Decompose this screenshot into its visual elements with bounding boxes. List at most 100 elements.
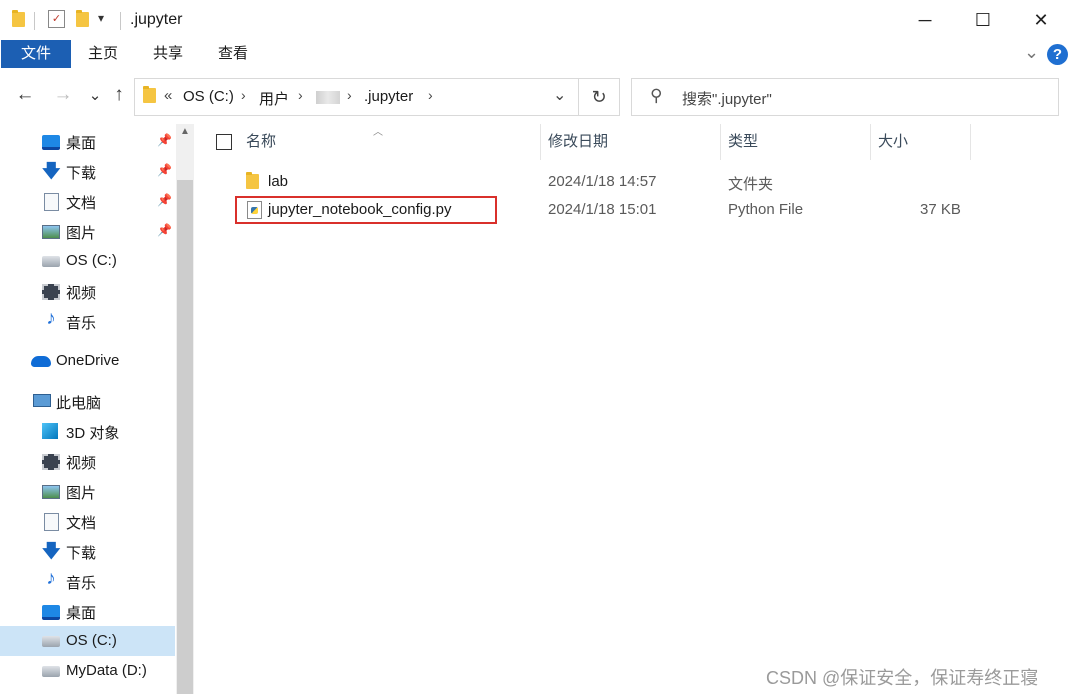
- sidebar-item-pictures[interactable]: 图片: [0, 476, 175, 506]
- search-box[interactable]: ⚲ 搜索".jupyter": [631, 78, 1059, 116]
- video-icon: [42, 284, 60, 300]
- redacted-username[interactable]: [316, 91, 340, 104]
- sidebar-item-label: MyData (D:): [66, 662, 147, 679]
- pictures-icon: [42, 225, 60, 239]
- toolbar-divider: [120, 12, 121, 30]
- sidebar-item-label: 下载: [66, 165, 97, 182]
- breadcrumb-separator[interactable]: ›: [298, 87, 303, 103]
- back-button[interactable]: ←: [14, 84, 36, 106]
- tab-home[interactable]: 主页: [78, 40, 128, 68]
- window-title: .jupyter: [130, 11, 183, 28]
- music-icon: ♪: [46, 568, 56, 589]
- breadcrumb-overflow[interactable]: «: [164, 87, 172, 104]
- tab-file[interactable]: 文件: [1, 40, 71, 68]
- column-divider[interactable]: [720, 124, 721, 160]
- sidebar-item-videos[interactable]: 视频: [0, 446, 175, 476]
- sidebar-item-downloads[interactable]: 🡇 下载: [0, 536, 175, 566]
- file-type: Python File: [728, 201, 804, 218]
- close-button[interactable]: ✕: [1012, 0, 1070, 40]
- music-icon: ♪: [46, 308, 56, 329]
- sidebar-item-label: 音乐: [66, 315, 97, 332]
- sidebar-item-downloads[interactable]: 🡇 下载 📌: [0, 156, 175, 186]
- ribbon-tabs: 文件 主页 共享 查看 ⌄ ?: [0, 40, 1073, 70]
- sidebar-item-music[interactable]: ♪ 音乐: [0, 306, 175, 336]
- column-divider[interactable]: [970, 124, 971, 160]
- sidebar-item-label: OS (C:): [66, 252, 117, 269]
- breadcrumb-item[interactable]: 用户: [259, 88, 289, 109]
- sidebar-item-os-c-selected[interactable]: OS (C:): [0, 626, 175, 656]
- file-type: 文件夹: [728, 176, 774, 193]
- drive-icon: [42, 666, 60, 677]
- column-header-size[interactable]: 大小: [878, 124, 908, 160]
- watermark: CSDN @保证安全，保证寿终正寝: [766, 668, 1039, 688]
- select-all-checkbox[interactable]: [216, 134, 232, 150]
- search-input[interactable]: 搜索".jupyter": [682, 88, 772, 109]
- address-dropdown-icon[interactable]: ⌄: [553, 85, 566, 105]
- breadcrumb-separator[interactable]: ›: [347, 87, 352, 103]
- refresh-button[interactable]: ↻: [578, 78, 620, 116]
- sidebar-item-mydata-d[interactable]: MyData (D:): [0, 656, 175, 686]
- ribbon-expand-icon[interactable]: ⌄: [1024, 42, 1039, 63]
- sidebar-item-label: 图片: [66, 485, 97, 502]
- highlight-annotation: [235, 196, 497, 224]
- sidebar-item-this-pc[interactable]: 此电脑: [0, 386, 175, 416]
- sidebar-item-documents[interactable]: 文档: [0, 506, 175, 536]
- sidebar-item-label: 文档: [66, 195, 97, 212]
- onedrive-icon: [31, 356, 51, 367]
- video-icon: [42, 454, 60, 470]
- sidebar-scrollbar[interactable]: ▲: [176, 124, 194, 694]
- help-icon[interactable]: ?: [1047, 44, 1068, 65]
- sidebar-item-desktop[interactable]: 桌面: [0, 596, 175, 626]
- sidebar-item-3d-objects[interactable]: 3D 对象: [0, 416, 175, 446]
- sort-ascending-icon: ︿: [373, 127, 383, 138]
- folder-icon: [143, 86, 156, 103]
- column-header-name[interactable]: 名称: [246, 124, 276, 160]
- file-row[interactable]: lab 2024/1/18 14:57 文件夹: [196, 168, 1073, 196]
- sidebar-item-pictures[interactable]: 图片 📌: [0, 216, 175, 246]
- column-divider[interactable]: [540, 124, 541, 160]
- drive-icon: [42, 636, 60, 647]
- maximize-button[interactable]: ☐: [954, 0, 1012, 40]
- sidebar-item-desktop[interactable]: 桌面 📌: [0, 126, 175, 156]
- recent-locations-button[interactable]: ⌄: [84, 86, 106, 104]
- sidebar-item-onedrive[interactable]: OneDrive: [0, 346, 175, 376]
- new-folder-icon[interactable]: [76, 10, 89, 27]
- properties-icon[interactable]: ✓: [48, 10, 65, 28]
- desktop-icon: [42, 605, 60, 620]
- file-list-pane: ︿ 名称 修改日期 类型 大小 lab 2024/1/18 14:57 文件夹 …: [196, 124, 1073, 694]
- column-header-modified[interactable]: 修改日期: [548, 124, 608, 160]
- sidebar-item-label: 音乐: [66, 575, 97, 592]
- up-button[interactable]: ↑: [108, 84, 130, 106]
- tab-share[interactable]: 共享: [143, 40, 193, 68]
- sidebar-item-label: 视频: [66, 455, 97, 472]
- forward-button[interactable]: →: [52, 84, 74, 106]
- scroll-thumb[interactable]: [177, 180, 193, 694]
- scroll-up-icon[interactable]: ▲: [176, 126, 194, 137]
- title-bar: ✓ ▾ .jupyter ─ ☐ ✕: [0, 0, 1073, 40]
- breadcrumb-separator[interactable]: ›: [241, 87, 246, 103]
- address-bar[interactable]: « OS (C:) › 用户 › › .jupyter › ⌄: [134, 78, 579, 116]
- 3d-objects-icon: [42, 423, 58, 439]
- breadcrumb-item[interactable]: .jupyter: [364, 88, 413, 105]
- drive-icon: [42, 256, 60, 267]
- folder-icon: [246, 172, 259, 189]
- sidebar-item-label: 图片: [66, 225, 97, 242]
- file-modified: 2024/1/18 14:57: [548, 173, 657, 190]
- column-divider[interactable]: [870, 124, 871, 160]
- download-icon: 🡇: [42, 161, 61, 181]
- sidebar-item-label: 视频: [66, 285, 97, 302]
- minimize-button[interactable]: ─: [896, 0, 954, 40]
- quick-access-dropdown-icon[interactable]: ▾: [98, 11, 104, 25]
- file-name: lab: [268, 173, 289, 190]
- breadcrumb-item[interactable]: OS (C:): [183, 88, 234, 105]
- search-icon: ⚲: [650, 86, 663, 105]
- pin-icon: 📌: [157, 223, 172, 237]
- sidebar-item-videos[interactable]: 视频: [0, 276, 175, 306]
- breadcrumb-separator[interactable]: ›: [428, 87, 433, 103]
- sidebar-item-documents[interactable]: 文档 📌: [0, 186, 175, 216]
- sidebar-item-music[interactable]: ♪ 音乐: [0, 566, 175, 596]
- document-icon: [44, 193, 59, 211]
- column-header-type[interactable]: 类型: [728, 124, 758, 160]
- tab-view[interactable]: 查看: [208, 40, 258, 68]
- sidebar-item-os-c[interactable]: OS (C:): [0, 246, 175, 276]
